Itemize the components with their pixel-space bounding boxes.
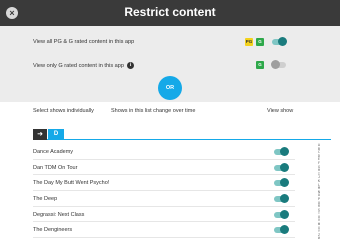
show-toggle[interactable] [274, 194, 289, 204]
select-individually-label: Select shows individually [33, 108, 94, 114]
option-only-g-text: View only G rated content in this app [33, 62, 125, 69]
show-name: Dan TDM On Tour [33, 164, 78, 171]
show-name: The Dengineers [33, 227, 73, 234]
list-item: The Dengineers [33, 222, 295, 239]
option-only-g: View only G rated content in this app i G [0, 57, 340, 77]
pg-rating-badge: PG [245, 38, 253, 46]
show-list: Dance Academy Dan TDM On Tour The Day My… [33, 144, 295, 239]
header-bar: × Restrict content [0, 0, 340, 26]
alpha-letter[interactable]: # [316, 237, 322, 241]
g-rating-badge: G [256, 38, 264, 46]
show-name: Degrassi: Next Class [33, 211, 85, 218]
show-name: The Deep [33, 196, 58, 203]
show-toggle[interactable] [274, 225, 289, 235]
show-name: Dance Academy [33, 149, 74, 155]
or-divider: OR [158, 76, 182, 100]
show-toggle[interactable] [274, 178, 289, 188]
list-item: The Day My Butt Went Psycho! [33, 175, 295, 192]
list-item: Dance Academy [33, 144, 295, 160]
list-change-note: Shows in this list change over time [111, 108, 196, 114]
letter-navigation: ➜ D [33, 129, 331, 140]
show-toggle[interactable] [274, 147, 289, 156]
arrow-right-icon[interactable]: ➜ [33, 129, 47, 140]
list-item: Degrassi: Next Class [33, 207, 295, 223]
option-only-g-label: View only G rated content in this app i [33, 62, 135, 69]
g-rating-badge: G [256, 61, 264, 69]
show-toggle[interactable] [274, 209, 289, 219]
alphabet-index: A B C D E F G H I J K L M N O P Q R S T … [316, 143, 322, 241]
list-item: Dan TDM On Tour [33, 160, 295, 176]
view-show-header: View show [267, 108, 294, 114]
info-icon[interactable]: i [127, 62, 135, 69]
list-item: The Deep [33, 191, 295, 207]
letter-tab-current[interactable]: D [48, 129, 64, 140]
page-title: Restrict content [124, 5, 216, 19]
option-all-pg-g: View all PG & G rated content in this ap… [0, 34, 340, 54]
all-pg-g-toggle[interactable] [272, 37, 287, 46]
option-all-pg-g-label: View all PG & G rated content in this ap… [33, 39, 135, 45]
only-g-toggle[interactable] [271, 60, 286, 69]
show-name: The Day My Butt Went Psycho! [33, 180, 110, 187]
show-toggle[interactable] [274, 162, 289, 172]
